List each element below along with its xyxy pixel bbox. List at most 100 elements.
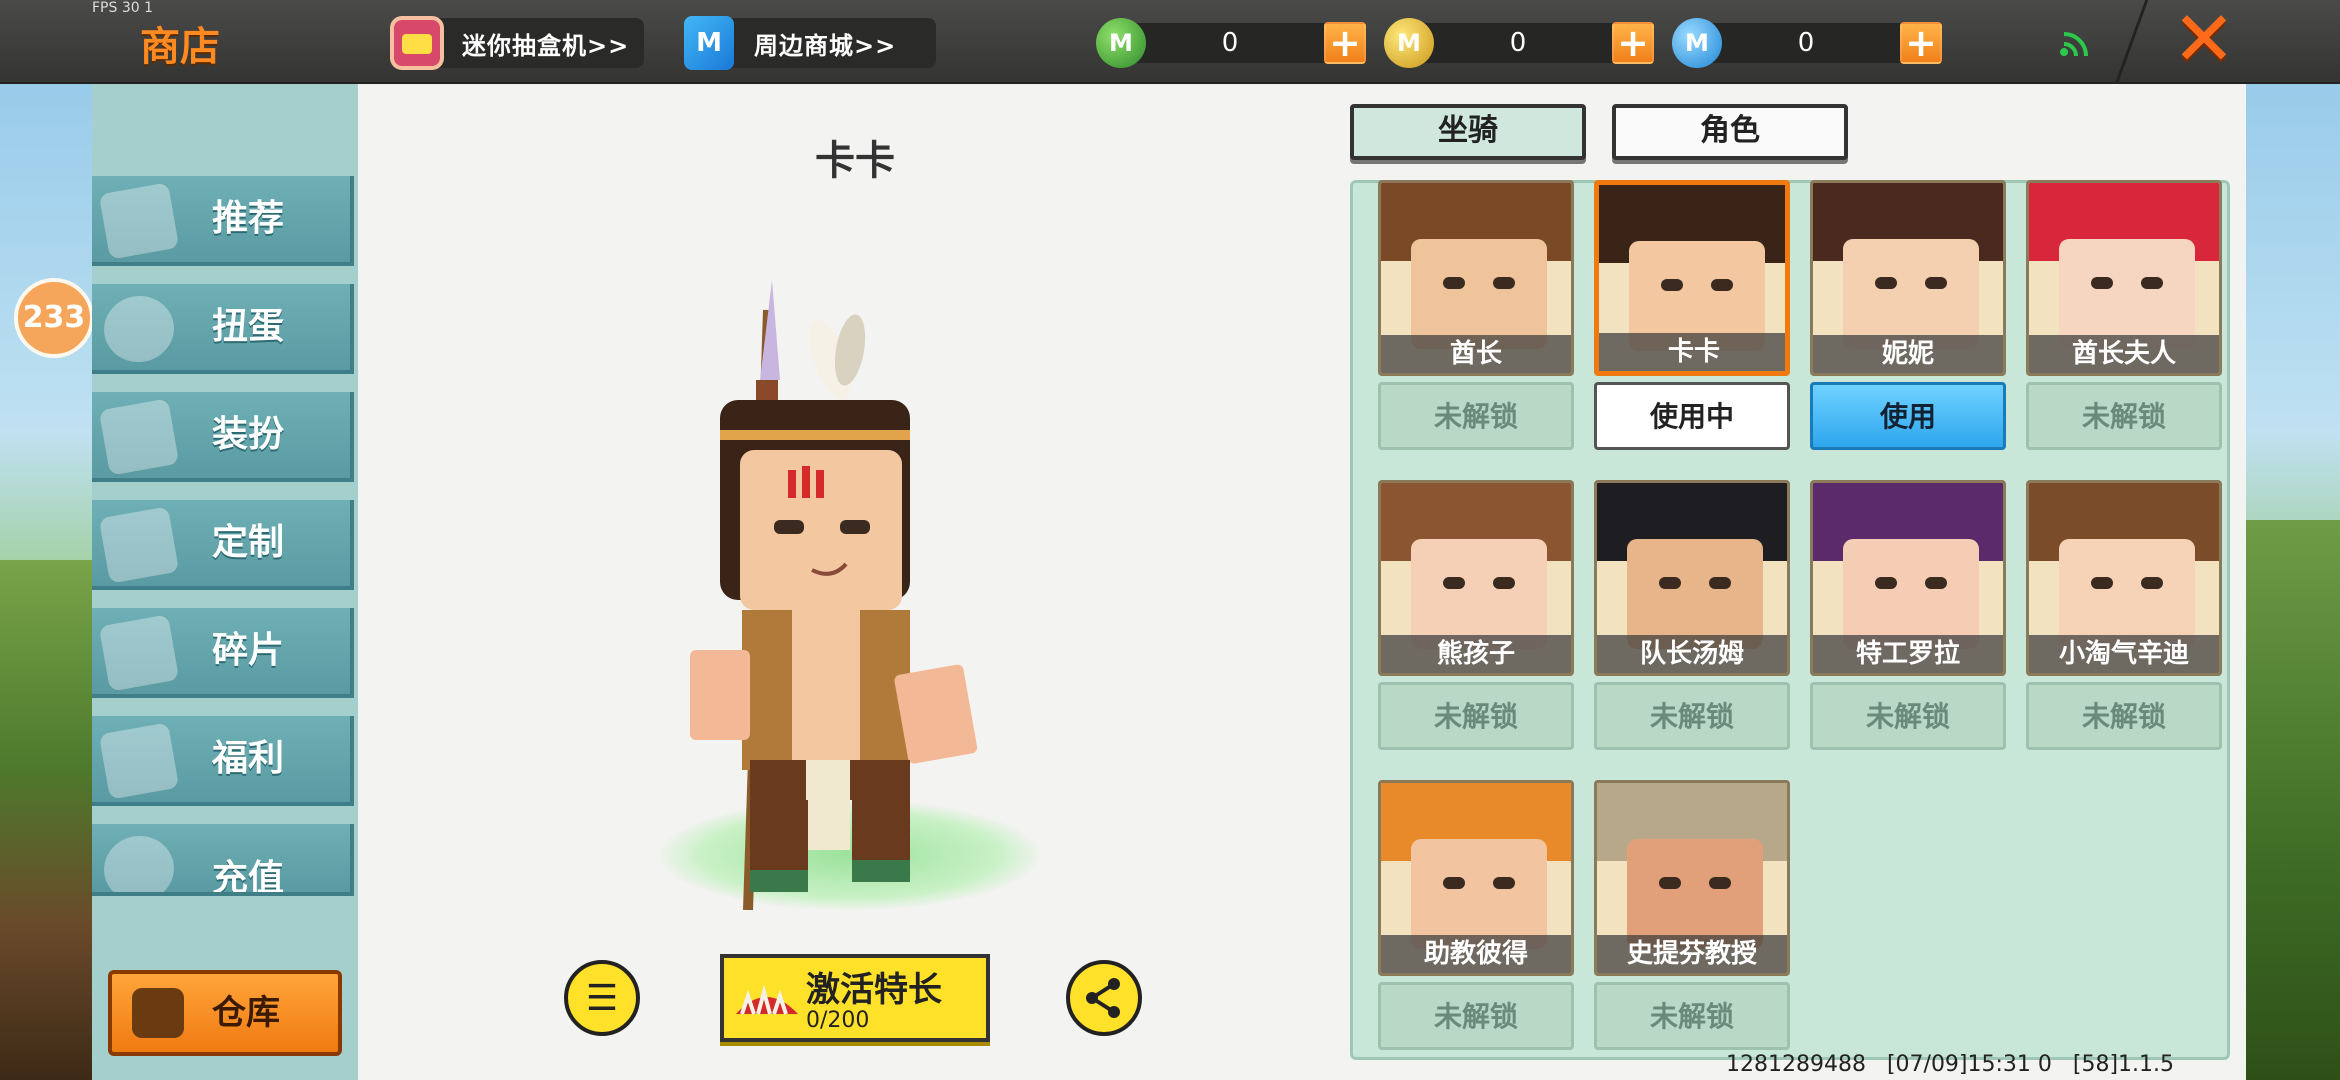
floating-notification-badge[interactable]: 233 <box>14 278 94 358</box>
role-portrait-eye <box>1711 279 1733 291</box>
activate-skill-progress: 0/200 <box>806 1008 870 1033</box>
role-name: 卡卡 <box>1599 333 1785 371</box>
warehouse-button[interactable]: 仓库 <box>108 970 342 1056</box>
role-portrait[interactable]: 酋长夫人 <box>2026 180 2222 376</box>
role-portrait[interactable]: 史提芬教授 <box>1594 780 1790 976</box>
role-card[interactable]: 卡卡 使用中 <box>1594 180 1790 450</box>
share-button[interactable] <box>1066 960 1142 1036</box>
role-portrait[interactable]: 小淘气辛迪 <box>2026 480 2222 676</box>
role-portrait-face <box>1843 239 1979 349</box>
sidebar-item-fragments[interactable]: 碎片 <box>92 608 354 698</box>
sidebar-item-label: 充值 <box>212 858 285 896</box>
role-card[interactable]: 酋长夫人 未解锁 <box>2026 180 2222 450</box>
role-portrait-eye <box>1659 577 1681 589</box>
top-bar: FPS 30 1 商店 迷你抽盒机>> M 周边商城>> M 0 + M 0 +… <box>0 0 2340 84</box>
pencil-icon <box>98 506 180 584</box>
thumbs-up-icon <box>98 182 180 260</box>
role-portrait-eye <box>2091 277 2113 289</box>
sidebar-item-label: 定制 <box>212 522 285 563</box>
role-name: 史提芬教授 <box>1597 935 1787 973</box>
role-name: 特工罗拉 <box>1813 635 2003 673</box>
role-portrait[interactable]: 特工罗拉 <box>1810 480 2006 676</box>
merch-store-link[interactable]: M 周边商城>> <box>684 16 936 70</box>
add-blue-currency-button[interactable]: + <box>1900 22 1942 64</box>
role-portrait[interactable]: 熊孩子 <box>1378 480 1574 676</box>
role-card[interactable]: 酋长 未解锁 <box>1378 180 1574 450</box>
list-icon: ☰ <box>585 977 619 1019</box>
role-card[interactable]: 妮妮 使用 <box>1810 180 2006 450</box>
role-portrait-eye <box>1443 877 1465 889</box>
role-portrait-face <box>1843 539 1979 649</box>
role-portrait[interactable]: 卡卡 <box>1594 180 1790 376</box>
role-locked-status: 未解锁 <box>1378 682 1574 750</box>
role-locked-status: 未解锁 <box>2026 382 2222 450</box>
tab-mount[interactable]: 坐骑 <box>1350 104 1586 160</box>
role-portrait-eye <box>1661 279 1683 291</box>
sidebar-item-label: 扭蛋 <box>212 306 285 347</box>
activate-skill-button[interactable]: 激活特长 0/200 <box>720 954 990 1042</box>
list-menu-button[interactable]: ☰ <box>564 960 640 1036</box>
add-green-currency-button[interactable]: + <box>1324 22 1366 64</box>
role-portrait-eye <box>1493 877 1515 889</box>
role-portrait-eye <box>1659 877 1681 889</box>
role-locked-status: 未解锁 <box>1594 982 1790 1050</box>
role-card[interactable]: 小淘气辛迪 未解锁 <box>2026 480 2222 750</box>
role-card[interactable]: 助教彼得 未解锁 <box>1378 780 1574 1050</box>
role-portrait-face <box>1627 539 1763 649</box>
merch-store-link-label: 周边商城>> <box>754 31 897 60</box>
capsule-icon <box>98 290 180 368</box>
close-icon[interactable]: ✕ <box>2168 1 2240 77</box>
use-role-button[interactable]: 使用 <box>1810 382 2006 450</box>
shirt-icon <box>98 398 180 476</box>
currency-gold: M 0 + <box>1384 18 1654 68</box>
role-portrait-eye <box>2091 577 2113 589</box>
role-portrait-eye <box>2141 577 2163 589</box>
role-portrait[interactable]: 助教彼得 <box>1378 780 1574 976</box>
role-portrait-eye <box>2141 277 2163 289</box>
role-card[interactable]: 史提芬教授 未解锁 <box>1594 780 1790 1050</box>
add-gold-currency-button[interactable]: + <box>1612 22 1654 64</box>
role-card[interactable]: 队长汤姆 未解锁 <box>1594 480 1790 750</box>
background-scenery-left <box>0 560 95 1080</box>
sidebar-item-recommend[interactable]: 推荐 <box>92 176 354 266</box>
role-name: 妮妮 <box>1813 335 2003 373</box>
character-model-preview[interactable] <box>680 270 1040 910</box>
role-portrait-face <box>2059 239 2195 349</box>
role-card[interactable]: 特工罗拉 未解锁 <box>1810 480 2006 750</box>
sidebar-item-label: 福利 <box>212 738 285 779</box>
blind-box-link[interactable]: 迷你抽盒机>> <box>390 16 644 70</box>
role-name: 熊孩子 <box>1381 635 1571 673</box>
role-portrait-eye <box>1925 277 1947 289</box>
background-scenery-right <box>2240 520 2340 1080</box>
share-icon <box>1086 978 1120 1018</box>
blind-box-link-label: 迷你抽盒机>> <box>462 31 630 60</box>
role-name: 酋长夫人 <box>2029 335 2219 373</box>
sidebar-item-recharge[interactable]: 充值 <box>92 824 354 896</box>
role-card[interactable]: 熊孩子 未解锁 <box>1378 480 1574 750</box>
role-portrait-eye <box>1443 277 1465 289</box>
role-portrait-face <box>1411 839 1547 949</box>
topbar-divider <box>2114 0 2149 84</box>
sidebar-item-custom[interactable]: 定制 <box>92 500 354 590</box>
role-name: 队长汤姆 <box>1597 635 1787 673</box>
role-portrait[interactable]: 队长汤姆 <box>1594 480 1790 676</box>
role-portrait-eye <box>1443 577 1465 589</box>
role-name: 小淘气辛迪 <box>2029 635 2219 673</box>
tab-role[interactable]: 角色 <box>1612 104 1848 160</box>
treasure-chest-icon <box>132 988 184 1038</box>
sidebar-item-dressup[interactable]: 装扮 <box>92 392 354 482</box>
role-portrait[interactable]: 酋长 <box>1378 180 1574 376</box>
sidebar-item-gacha[interactable]: 扭蛋 <box>92 284 354 374</box>
role-locked-status: 未解锁 <box>2026 682 2222 750</box>
puzzle-icon <box>98 614 180 692</box>
role-portrait[interactable]: 妮妮 <box>1810 180 2006 376</box>
role-name: 酋长 <box>1381 335 1571 373</box>
build-info: 1281289488 [07/09]15:31 0 [58]1.1.5 <box>1726 1052 2175 1077</box>
role-name: 助教彼得 <box>1381 935 1571 973</box>
currency-blue-value: 0 <box>1712 23 1900 63</box>
role-portrait-eye <box>1709 877 1731 889</box>
sidebar-item-welfare[interactable]: 福利 <box>92 716 354 806</box>
sidebar: 推荐 扭蛋 装扮 定制 碎片 福利 充值 <box>92 84 358 1080</box>
currency-green: M 0 + <box>1096 18 1366 68</box>
blue-mini-coin-icon: M <box>1672 18 1722 68</box>
